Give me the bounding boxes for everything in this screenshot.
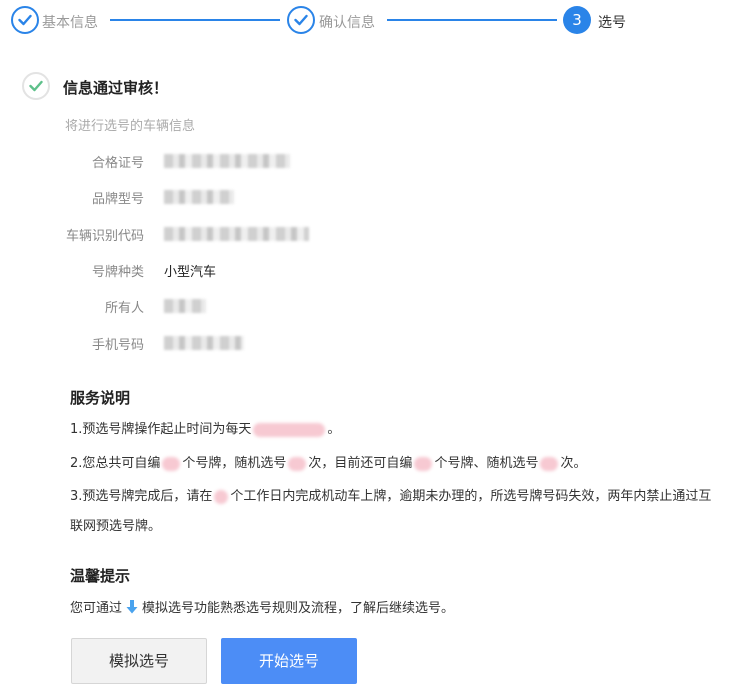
- redacted-value: [164, 336, 244, 350]
- redacted-value: [164, 299, 206, 313]
- service-line-2: 2.您总共可自编 个号牌，随机选号 次，目前还可自编 个号牌、随机选号 次。: [70, 452, 586, 471]
- redacted-value: [164, 154, 290, 168]
- step-connector-1: [110, 19, 280, 21]
- tips-text: 您可通过 模拟选号功能熟悉选号规则及流程，了解后继续选号。: [70, 597, 454, 618]
- info-row-brand-model: 品牌型号: [0, 188, 744, 208]
- service-line-2-text: 次，目前还可自编: [308, 456, 413, 471]
- service-line-1: 1.预选号牌操作起止时间为每天 。: [70, 418, 340, 437]
- step-3-label: 选号: [598, 15, 626, 31]
- arrow-down-icon: [126, 599, 138, 618]
- info-row-vin: 车辆识别代码: [0, 225, 744, 245]
- service-line-1-text: 1.预选号牌操作起止时间为每天: [70, 422, 252, 437]
- success-title: 信息通过审核！: [63, 79, 169, 97]
- start-selection-button[interactable]: 开始选号: [221, 638, 357, 684]
- service-line-1-end: 。: [327, 422, 341, 437]
- service-line-3: 3.预选号牌完成后，请在 个工作日内完成机动车上牌，逾期未办理的，所选号牌号码失效…: [70, 485, 711, 504]
- redacted-value: [164, 190, 234, 204]
- redacted-count: [414, 456, 433, 471]
- redacted-count: [288, 456, 307, 471]
- info-row-phone: 手机号码: [0, 334, 744, 354]
- plate-type-value: 小型汽车: [164, 265, 217, 280]
- service-title: 服务说明: [70, 389, 131, 407]
- simulate-selection-button[interactable]: 模拟选号: [71, 638, 207, 684]
- success-check-icon: [22, 72, 50, 100]
- info-label: 所有人: [104, 301, 144, 316]
- redacted-time: [253, 422, 326, 437]
- step-1-label: 基本信息: [42, 15, 98, 31]
- redacted-days: [214, 489, 229, 504]
- step-2-label: 确认信息: [319, 15, 375, 31]
- service-line-2-text: 2.您总共可自编: [70, 456, 161, 471]
- progress-stepper: 基本信息 确认信息 3 选号: [0, 4, 744, 38]
- info-label: 手机号码: [91, 338, 144, 353]
- service-line-3-continued: 联网预选号牌。: [70, 519, 162, 534]
- info-label: 号牌种类: [91, 265, 144, 280]
- info-row-owner: 所有人: [0, 297, 744, 317]
- tips-text-after: 模拟选号功能熟悉选号规则及流程，了解后继续选号。: [142, 601, 455, 616]
- tips-text-before: 您可通过: [70, 601, 123, 616]
- step-connector-2: [387, 19, 557, 21]
- service-line-2-text: 次。: [560, 456, 587, 471]
- step-3-number: 3: [563, 6, 591, 34]
- info-label: 品牌型号: [91, 192, 144, 207]
- vehicle-info-subtitle: 将进行选号的车辆信息: [65, 119, 196, 134]
- service-line-3-text: 3.预选号牌完成后，请在: [70, 489, 213, 504]
- redacted-value: [164, 227, 309, 241]
- step-2-check-icon: [287, 6, 315, 34]
- tips-title: 温馨提示: [70, 567, 131, 585]
- step-1-check-icon: [11, 6, 39, 34]
- service-line-2-text: 个号牌、随机选号: [434, 456, 539, 471]
- info-row-plate-type: 号牌种类 小型汽车: [0, 261, 744, 281]
- redacted-count: [162, 456, 181, 471]
- info-row-certificate: 合格证号: [0, 152, 744, 172]
- service-line-2-text: 个号牌，随机选号: [182, 456, 287, 471]
- redacted-count: [540, 456, 559, 471]
- info-label: 合格证号: [91, 156, 144, 171]
- info-label: 车辆识别代码: [65, 229, 144, 244]
- service-line-3-text: 个工作日内完成机动车上牌，逾期未办理的，所选号牌号码失效，两年内禁止通过互: [230, 489, 712, 504]
